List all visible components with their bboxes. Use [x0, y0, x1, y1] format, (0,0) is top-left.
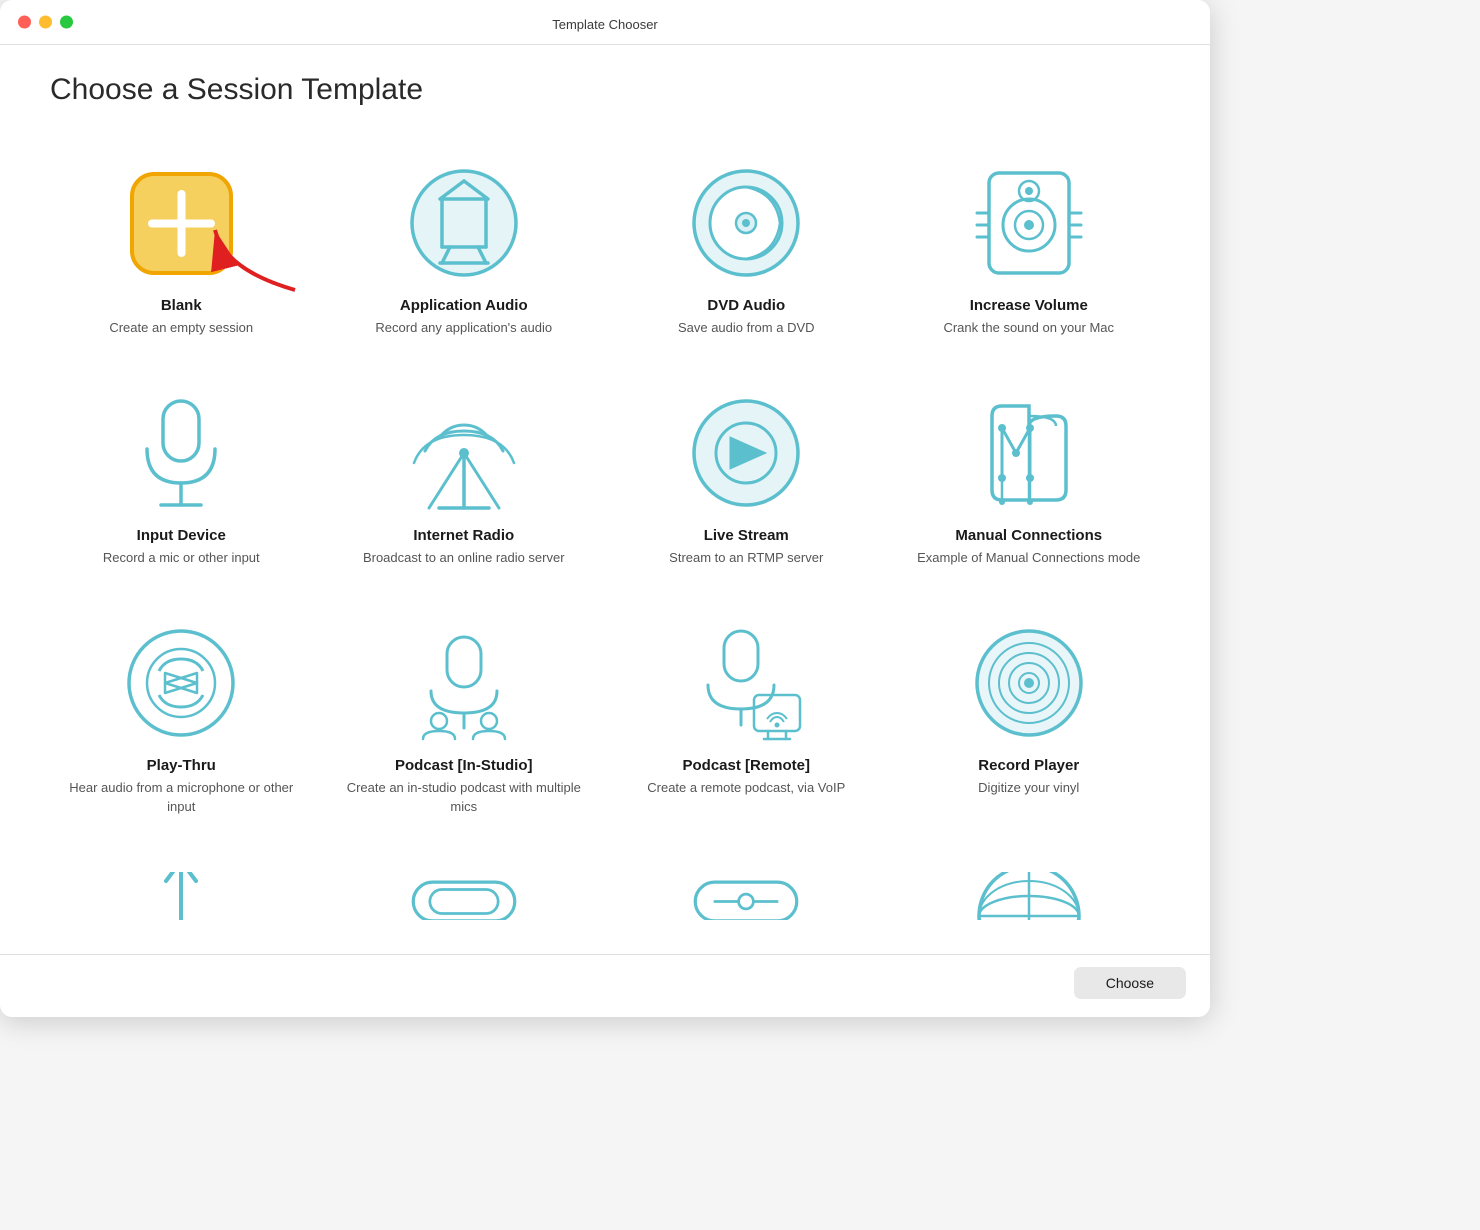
template-item-internet-radio[interactable]: Internet Radio Broadcast to an online rad…: [323, 365, 606, 595]
template-item-partial-3[interactable]: [605, 844, 888, 934]
dvd-audio-desc: Save audio from a DVD: [678, 319, 815, 337]
template-item-podcast-in-studio[interactable]: Podcast [In-Studio] Create an in-studio p…: [323, 595, 606, 843]
podcast-remote-name: Podcast [Remote]: [682, 757, 810, 774]
blank-desc: Create an empty session: [109, 319, 253, 337]
dvd-audio-name: DVD Audio: [707, 297, 785, 314]
choose-button[interactable]: Choose: [1074, 967, 1186, 999]
dvd-audio-icon: [686, 163, 806, 283]
increase-volume-desc: Crank the sound on your Mac: [943, 319, 1114, 337]
podcast-remote-icon: [686, 623, 806, 743]
template-item-play-thru[interactable]: Play-Thru Hear audio from a microphone or…: [40, 595, 323, 843]
record-player-icon: [969, 623, 1089, 743]
podcast-in-studio-desc: Create an in-studio podcast with multipl…: [339, 779, 590, 815]
input-device-icon: [121, 393, 241, 513]
application-audio-desc: Record any application's audio: [375, 319, 552, 337]
play-thru-desc: Hear audio from a microphone or other in…: [56, 779, 307, 815]
template-item-application-audio[interactable]: Application Audio Record any application'…: [323, 135, 606, 365]
template-item-blank[interactable]: Blank Create an empty session: [40, 135, 323, 365]
partial-icon-2: [404, 872, 524, 920]
increase-volume-name: Increase Volume: [970, 297, 1088, 314]
application-audio-icon: [404, 163, 524, 283]
page-title: Choose a Session Template: [50, 73, 1160, 107]
partial-row: [40, 844, 1170, 934]
titlebar: Template Chooser: [0, 0, 1210, 44]
live-stream-icon: [686, 393, 806, 513]
play-thru-name: Play-Thru: [147, 757, 216, 774]
template-grid-area: Blank Create an empty session Application…: [0, 125, 1210, 954]
template-item-partial-2[interactable]: [323, 844, 606, 934]
window-title: Template Chooser: [552, 17, 658, 32]
template-item-manual-connections[interactable]: Manual Connections Example of Manual Conn…: [888, 365, 1171, 595]
page-header: Choose a Session Template: [0, 45, 1210, 125]
input-device-desc: Record a mic or other input: [103, 549, 260, 567]
input-device-name: Input Device: [137, 527, 226, 544]
record-player-desc: Digitize your vinyl: [978, 779, 1079, 797]
live-stream-desc: Stream to an RTMP server: [669, 549, 823, 567]
partial-icon-3: [686, 872, 806, 920]
internet-radio-desc: Broadcast to an online radio server: [363, 549, 565, 567]
template-item-record-player[interactable]: Record Player Digitize your vinyl: [888, 595, 1171, 843]
increase-volume-icon: [969, 163, 1089, 283]
manual-connections-desc: Example of Manual Connections mode: [917, 549, 1140, 567]
minimize-button[interactable]: [39, 16, 52, 29]
manual-connections-name: Manual Connections: [955, 527, 1102, 544]
manual-connections-icon: [969, 393, 1089, 513]
template-item-input-device[interactable]: Input Device Record a mic or other input: [40, 365, 323, 595]
template-item-podcast-remote[interactable]: Podcast [Remote] Create a remote podcast,…: [605, 595, 888, 843]
record-player-name: Record Player: [978, 757, 1079, 774]
template-item-partial-4[interactable]: [888, 844, 1171, 934]
blank-name: Blank: [161, 297, 202, 314]
window-controls: [18, 16, 73, 29]
footer: Choose: [0, 954, 1210, 1017]
partial-icon-4: [969, 872, 1089, 920]
podcast-remote-desc: Create a remote podcast, via VoIP: [647, 779, 845, 797]
template-grid: Blank Create an empty session Application…: [40, 135, 1170, 844]
live-stream-name: Live Stream: [704, 527, 789, 544]
podcast-in-studio-icon: [404, 623, 524, 743]
blank-icon: [121, 163, 241, 283]
internet-radio-name: Internet Radio: [413, 527, 514, 544]
podcast-in-studio-name: Podcast [In-Studio]: [395, 757, 533, 774]
play-thru-icon: [121, 623, 241, 743]
partial-icon-1: [146, 872, 216, 920]
template-item-increase-volume[interactable]: Increase Volume Crank the sound on your M…: [888, 135, 1171, 365]
template-item-dvd-audio[interactable]: DVD Audio Save audio from a DVD: [605, 135, 888, 365]
maximize-button[interactable]: [60, 16, 73, 29]
internet-radio-icon: [404, 393, 524, 513]
close-button[interactable]: [18, 16, 31, 29]
application-audio-name: Application Audio: [400, 297, 528, 314]
template-item-partial-1[interactable]: [40, 844, 323, 934]
template-item-live-stream[interactable]: Live Stream Stream to an RTMP server: [605, 365, 888, 595]
main-window: Template Chooser Choose a Session Templa…: [0, 0, 1210, 1017]
